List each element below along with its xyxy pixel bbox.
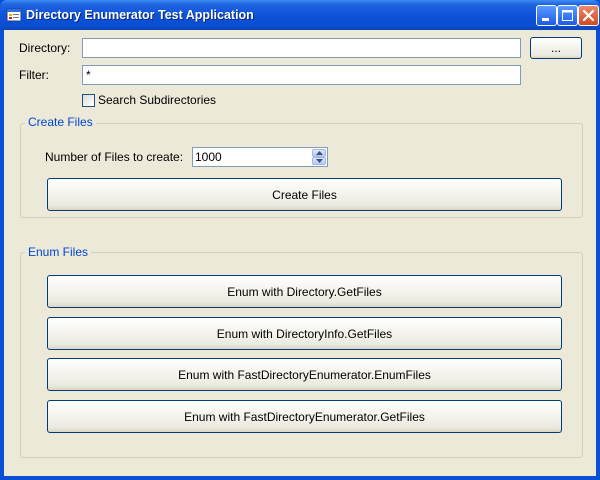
enum-files-group-title: Enum Files xyxy=(25,245,92,259)
enum-fast-getfiles-button[interactable]: Enum with FastDirectoryEnumerator.GetFil… xyxy=(47,400,562,433)
chevron-up-icon xyxy=(316,151,323,155)
minimize-icon xyxy=(542,18,549,21)
filter-input[interactable] xyxy=(82,65,521,85)
close-icon xyxy=(582,9,595,22)
search-subdirectories-checkbox[interactable] xyxy=(82,94,95,107)
filter-label: Filter: xyxy=(19,68,49,82)
browse-button[interactable]: ... xyxy=(530,37,582,59)
close-button[interactable] xyxy=(578,5,599,26)
spin-down-button[interactable] xyxy=(312,157,326,165)
maximize-button[interactable] xyxy=(557,5,578,26)
minimize-button[interactable] xyxy=(536,5,557,26)
search-subdirectories-label[interactable]: Search Subdirectories xyxy=(98,93,216,107)
window-title: Directory Enumerator Test Application xyxy=(26,8,254,22)
maximize-icon xyxy=(562,10,573,21)
directory-label: Directory: xyxy=(19,41,71,55)
file-count-stepper[interactable] xyxy=(192,147,328,167)
chevron-down-icon xyxy=(316,159,323,163)
directory-input[interactable] xyxy=(82,38,521,58)
app-window: Directory Enumerator Test Application Di… xyxy=(0,0,600,480)
enum-directoryinfo-getfiles-button[interactable]: Enum with DirectoryInfo.GetFiles xyxy=(47,317,562,350)
create-files-button[interactable]: Create Files xyxy=(47,178,562,211)
enum-directory-getfiles-button[interactable]: Enum with Directory.GetFiles xyxy=(47,275,562,308)
enum-fast-enumfiles-button[interactable]: Enum with FastDirectoryEnumerator.EnumFi… xyxy=(47,358,562,391)
client-area: Directory: ... Filter: Search Subdirecto… xyxy=(4,30,596,476)
app-window-icon[interactable] xyxy=(6,7,22,23)
file-count-input[interactable] xyxy=(195,149,305,165)
file-count-label: Number of Files to create: xyxy=(45,150,184,164)
spin-up-button[interactable] xyxy=(312,149,326,157)
title-bar[interactable]: Directory Enumerator Test Application xyxy=(0,0,600,30)
create-files-group-title: Create Files xyxy=(25,115,96,129)
